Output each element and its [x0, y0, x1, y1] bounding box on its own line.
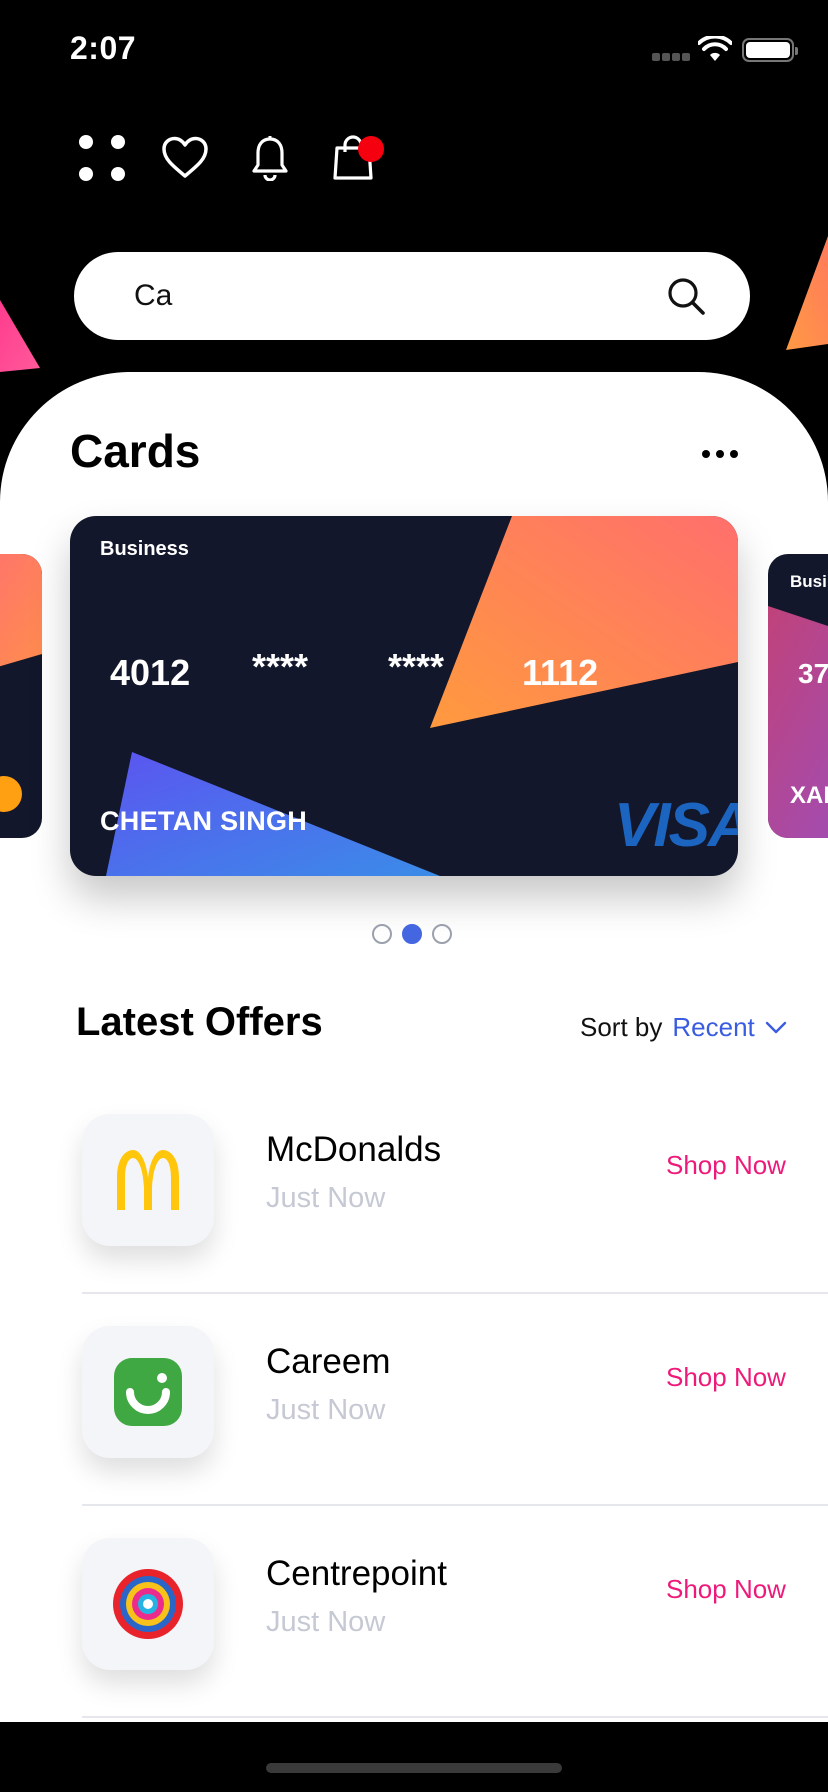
more-options-button[interactable] [690, 434, 750, 474]
status-time: 2:07 [70, 30, 137, 66]
next-card[interactable]: Busi 37 XAN [768, 554, 828, 838]
decorative-orange-triangle [786, 236, 828, 350]
card-number-group-1: 4012 [110, 652, 191, 693]
offer-item-mcdonalds[interactable]: McDonalds Just Now Shop Now [0, 1082, 828, 1294]
shop-now-button[interactable]: Shop Now [666, 1362, 786, 1393]
cart-badge [358, 136, 384, 162]
shop-now-button[interactable]: Shop Now [666, 1150, 786, 1181]
card-holder-name: CHETAN SINGH [100, 806, 308, 836]
centrepoint-logo-icon [82, 1538, 214, 1670]
offer-name: Careem [266, 1342, 391, 1381]
more-dot-icon [702, 450, 710, 458]
search-input[interactable] [134, 252, 654, 340]
visa-logo: VISA [614, 791, 738, 860]
bell-icon[interactable] [242, 130, 298, 186]
battery-icon [742, 38, 798, 62]
cards-section-title: Cards [70, 425, 201, 477]
wifi-icon [698, 36, 732, 61]
next-card-holder: XAN [790, 782, 828, 809]
offer-item-centrepoint[interactable]: Centrepoint Just Now Shop Now [0, 1506, 828, 1718]
offer-name: McDonalds [266, 1130, 442, 1169]
decorative-pink-triangle [0, 300, 40, 372]
shop-now-button[interactable]: Shop Now [666, 1574, 786, 1605]
offer-name: Centrepoint [266, 1554, 447, 1593]
card-number-group-4: 1112 [522, 652, 599, 693]
sort-value: Recent [672, 1012, 755, 1042]
home-indicator[interactable] [266, 1763, 562, 1773]
divider [82, 1716, 828, 1718]
status-bar: 2:07 [0, 0, 828, 100]
card-pager [372, 924, 452, 944]
pager-dot-active[interactable] [402, 924, 422, 944]
next-card-number: 37 [798, 658, 828, 689]
cellular-signal-icon [652, 53, 692, 61]
offer-item-careem[interactable]: Careem Just Now Shop Now [0, 1294, 828, 1506]
sort-label: Sort by [580, 1012, 663, 1042]
pager-dot[interactable] [432, 924, 452, 944]
offers-section-title: Latest Offers [76, 1000, 323, 1044]
offer-time: Just Now [266, 1606, 386, 1638]
bottom-bar [0, 1722, 828, 1792]
search-bar[interactable] [74, 252, 750, 340]
search-icon[interactable] [666, 276, 706, 316]
previous-card[interactable] [0, 554, 42, 838]
more-dot-icon [730, 450, 738, 458]
mcdonalds-logo-icon [82, 1114, 214, 1246]
heart-icon[interactable] [157, 130, 213, 186]
chevron-down-icon [765, 1021, 786, 1033]
menu-grid-icon[interactable] [74, 130, 130, 186]
offer-time: Just Now [266, 1182, 386, 1214]
card-number-group-2: **** [252, 646, 309, 687]
offer-time: Just Now [266, 1394, 386, 1426]
sort-dropdown[interactable]: Sort by Recent [580, 1012, 787, 1043]
main-sheet: Cards Business 4012 **** **** 1112 CHETA… [0, 372, 828, 1722]
pager-dot[interactable] [372, 924, 392, 944]
more-dot-icon [716, 450, 724, 458]
credit-card[interactable]: Business 4012 **** **** 1112 CHETAN SING… [70, 516, 738, 876]
card-type: Business [100, 538, 189, 560]
card-number-group-3: **** [388, 646, 445, 687]
next-card-type: Busi [790, 572, 827, 591]
careem-logo-icon [82, 1326, 214, 1458]
